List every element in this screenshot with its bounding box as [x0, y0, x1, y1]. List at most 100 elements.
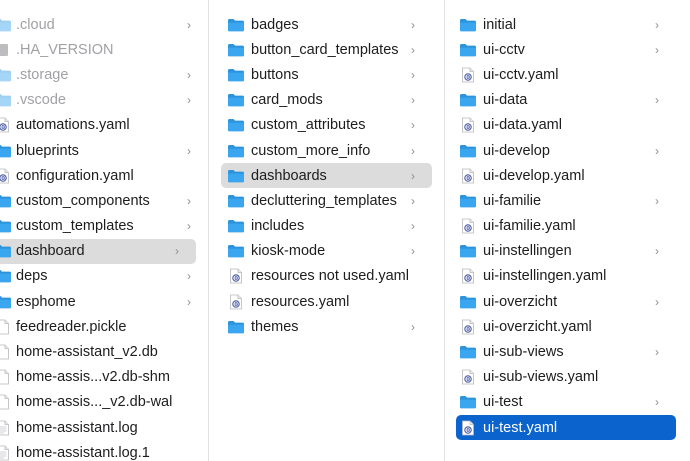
chevron-right-icon: › — [411, 42, 415, 57]
list-item-storage[interactable]: .storage › — [0, 62, 208, 87]
folder-icon — [0, 294, 12, 310]
item-label: buttons — [251, 66, 299, 83]
chevron-right-icon: › — [655, 193, 659, 208]
list-item-ui-instellingen-yaml[interactable]: ui-instellingen.yaml — [445, 264, 676, 289]
list-item-ui-test-yaml[interactable]: ui-test.yaml — [456, 415, 676, 441]
chevron-right-icon: › — [411, 93, 415, 108]
list-item-includes[interactable]: includes › — [221, 214, 432, 239]
item-label: ui-test — [483, 394, 523, 411]
list-item-themes[interactable]: themes › — [221, 314, 432, 339]
chevron-right-icon: › — [187, 219, 191, 234]
column-dashboard-list: badges › button_card_templates › buttons › car… — [209, 0, 444, 339]
item-label: ui-familie — [483, 192, 542, 209]
list-item-home-assis-v2-db-wal[interactable]: home-assis..._v2.db-wal — [0, 390, 208, 415]
document-icon — [0, 369, 12, 385]
list-item-ui-develop-yaml[interactable]: ui-develop.yaml — [445, 163, 676, 188]
list-item-badges[interactable]: badges › — [221, 12, 432, 37]
folder-icon — [227, 243, 245, 259]
item-label: includes — [251, 218, 305, 235]
list-item-resources-yaml[interactable]: resources.yaml — [221, 289, 432, 314]
item-label: home-assis...v2.db-shm — [16, 369, 170, 386]
yaml-file-icon — [459, 117, 477, 133]
list-item-home-assis-v2-db-shm[interactable]: home-assis...v2.db-shm — [0, 365, 208, 390]
list-item-dashboards[interactable]: dashboards › — [221, 163, 432, 189]
list-item-buttons[interactable]: buttons › — [221, 62, 432, 87]
list-item-initial[interactable]: initial › — [445, 12, 676, 37]
item-label: badges — [251, 16, 299, 33]
list-item-resources-not-used-yaml[interactable]: resources not used.yaml — [221, 264, 432, 289]
list-item-ui-overzicht-yaml[interactable]: ui-overzicht.yaml — [445, 314, 676, 339]
list-item-configuration-yaml[interactable]: configuration.yaml — [0, 163, 208, 188]
chevron-right-icon: › — [187, 93, 191, 108]
list-item-custom-components[interactable]: custom_components › — [0, 188, 208, 213]
chevron-right-icon: › — [187, 17, 191, 32]
item-label: home-assis..._v2.db-wal — [16, 394, 173, 411]
chevron-right-icon: › — [655, 143, 659, 158]
list-item-home-assistant-log-1[interactable]: home-assistant.log.1 — [0, 440, 208, 461]
list-item-card-mods[interactable]: card_mods › — [221, 88, 432, 113]
yaml-file-icon — [459, 218, 477, 234]
column-dashboard[interactable]: badges › button_card_templates › buttons › car… — [209, 0, 445, 461]
item-label: resources not used.yaml — [251, 268, 409, 285]
list-item-feedreader-pickle[interactable]: feedreader.pickle — [0, 314, 208, 339]
folder-icon — [227, 168, 245, 184]
chevron-right-icon: › — [411, 118, 415, 133]
list-item-deps[interactable]: deps › — [0, 264, 208, 289]
list-item-custom-templates[interactable]: custom_templates › — [0, 214, 208, 239]
list-item-kiosk-mode[interactable]: kiosk-mode › — [221, 239, 432, 264]
yaml-file-icon — [227, 268, 245, 284]
folder-icon — [227, 218, 245, 234]
chevron-right-icon: › — [655, 93, 659, 108]
item-label: ui-sub-views — [483, 344, 564, 361]
chevron-right-icon: › — [187, 294, 191, 309]
list-item-ui-familie-yaml[interactable]: ui-familie.yaml — [445, 214, 676, 239]
folder-icon — [0, 243, 12, 259]
item-label: kiosk-mode — [251, 243, 326, 260]
item-label: ui-instellingen.yaml — [483, 268, 607, 285]
list-item-ui-instellingen[interactable]: ui-instellingen › — [445, 239, 676, 264]
list-item-ui-sub-views-yaml[interactable]: ui-sub-views.yaml — [445, 365, 676, 390]
list-item-dashboard[interactable]: dashboard › — [0, 238, 196, 264]
folder-icon — [0, 92, 12, 108]
folder-icon — [459, 394, 477, 410]
list-item-ui-cctv[interactable]: ui-cctv › — [445, 37, 676, 62]
item-label: configuration.yaml — [16, 167, 134, 184]
list-item-ui-data-yaml[interactable]: ui-data.yaml — [445, 113, 676, 138]
item-label: ui-instellingen — [483, 243, 572, 260]
text-file-icon — [0, 445, 12, 461]
list-item-button-card-templates[interactable]: button_card_templates › — [221, 37, 432, 62]
list-item-ui-develop[interactable]: ui-develop › — [445, 138, 676, 163]
list-item-ui-data[interactable]: ui-data › — [445, 88, 676, 113]
column-root[interactable]: .cloud › .HA_VERSION .storage › .vscode › autom… — [0, 0, 209, 461]
list-item-vscode[interactable]: .vscode › — [0, 88, 208, 113]
item-label: home-assistant.log.1 — [16, 444, 150, 461]
list-item-esphome[interactable]: esphome › — [0, 289, 208, 314]
list-item-ui-test[interactable]: ui-test › — [445, 390, 676, 415]
yaml-file-icon — [459, 268, 477, 284]
chevron-right-icon: › — [655, 294, 659, 309]
item-label: decluttering_templates — [251, 192, 397, 209]
list-item-ha-version[interactable]: .HA_VERSION — [0, 37, 208, 62]
list-item-ui-cctv-yaml[interactable]: ui-cctv.yaml — [445, 62, 676, 87]
item-label: dashboards — [251, 167, 327, 184]
list-item-ui-familie[interactable]: ui-familie › — [445, 188, 676, 213]
document-icon — [0, 319, 12, 335]
item-label: ui-overzicht.yaml — [483, 318, 592, 335]
list-item-blueprints[interactable]: blueprints › — [0, 138, 208, 163]
column-dashboards[interactable]: initial › ui-cctv › ui-cctv.yaml ui-data › ui-d… — [445, 0, 690, 461]
list-item-cloud[interactable]: .cloud › — [0, 12, 208, 37]
item-label: custom_attributes — [251, 117, 366, 134]
list-item-custom-more-info[interactable]: custom_more_info › — [221, 138, 432, 163]
chevron-right-icon: › — [655, 345, 659, 360]
chevron-right-icon: › — [411, 193, 415, 208]
list-item-home-assistant-log[interactable]: home-assistant.log — [0, 415, 208, 440]
file-icon — [0, 42, 12, 58]
list-item-custom-attributes[interactable]: custom_attributes › — [221, 113, 432, 138]
folder-icon — [459, 17, 477, 33]
list-item-ui-overzicht[interactable]: ui-overzicht › — [445, 289, 676, 314]
list-item-automations-yaml[interactable]: automations.yaml — [0, 113, 208, 138]
list-item-home-assistant-v2-db[interactable]: home-assistant_v2.db — [0, 339, 208, 364]
list-item-decluttering-templates[interactable]: decluttering_templates › — [221, 188, 432, 213]
list-item-ui-sub-views[interactable]: ui-sub-views › — [445, 339, 676, 364]
item-label: custom_templates — [16, 218, 134, 235]
